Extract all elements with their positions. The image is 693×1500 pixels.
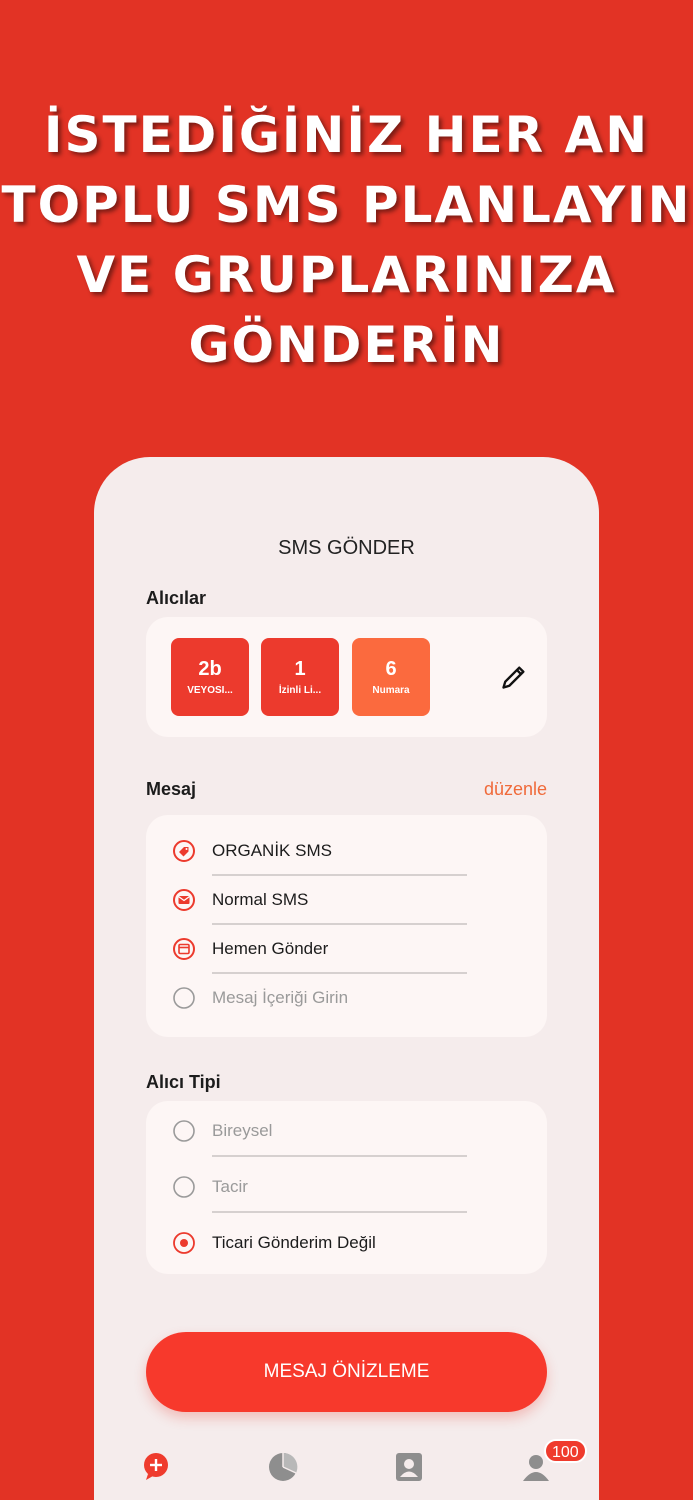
radio-label: Tacir — [212, 1177, 248, 1196]
message-content-input[interactable]: Mesaj İçeriği Girin — [146, 974, 547, 1023]
phone-screen: SMS GÖNDER Alıcılar 2b VEYOSI... 1 İzinl… — [94, 457, 599, 1500]
edit-message-link[interactable]: düzenle — [484, 779, 547, 800]
pie-chart-icon[interactable] — [263, 1447, 303, 1487]
recipient-chip-permitted[interactable]: 1 İzinli Li... — [261, 638, 339, 716]
row-text: Normal SMS — [212, 890, 309, 909]
chip-count: 6 — [385, 658, 397, 680]
empty-radio-icon — [173, 987, 195, 1009]
headline-line-2: TOPLU SMS PLANLAYIN — [1, 176, 692, 234]
tag-icon — [173, 840, 195, 862]
tab-bar: 100 — [94, 1439, 599, 1500]
headline-line-4: GÖNDERİN — [188, 316, 505, 374]
message-row-normal[interactable]: Normal SMS — [146, 876, 547, 925]
recipient-type-label: Alıcı Tipi — [146, 1072, 221, 1092]
divider — [212, 1155, 467, 1157]
radio-merchant[interactable]: Tacir — [146, 1163, 547, 1213]
row-text: Mesaj İçeriği Girin — [212, 988, 349, 1007]
divider — [212, 1211, 467, 1213]
recipients-card: 2b VEYOSI... 1 İzinli Li... 6 Numara — [146, 617, 547, 737]
message-row-organic[interactable]: ORGANİK SMS — [146, 827, 547, 876]
chip-count: 2b — [198, 658, 222, 680]
message-label: Mesaj — [146, 779, 197, 799]
promo-headline: İSTEDİĞİNİZ HER AN TOPLU SMS PLANLAYIN V… — [0, 100, 693, 380]
radio-unselected-icon — [173, 1176, 195, 1198]
radio-label: Ticari Gönderim Değil — [212, 1233, 376, 1252]
recipient-type-card: Bireysel Tacir Ticari Gönderim Değil — [146, 1101, 547, 1274]
calendar-icon — [173, 938, 195, 960]
row-text: Hemen Gönder — [212, 939, 329, 958]
chip-count: 1 — [294, 658, 306, 680]
chip-label: VEYOSI... — [187, 685, 233, 696]
radio-non-commercial[interactable]: Ticari Gönderim Değil — [146, 1219, 547, 1269]
radio-unselected-icon — [173, 1120, 195, 1142]
row-text: ORGANİK SMS — [212, 841, 332, 860]
recipient-chip-list[interactable]: 2b VEYOSI... — [171, 638, 249, 716]
page-title: SMS GÖNDER — [278, 537, 415, 559]
chip-label: İzinli Li... — [278, 685, 322, 696]
message-preview-button[interactable]: MESAJ ÖNİZLEME — [146, 1332, 547, 1412]
radio-label: Bireysel — [212, 1121, 273, 1140]
new-message-icon[interactable] — [136, 1447, 176, 1487]
message-row-send-now[interactable]: Hemen Gönder — [146, 925, 547, 974]
radio-individual[interactable]: Bireysel — [146, 1107, 547, 1157]
message-card: ORGANİK SMS Normal SMS Hemen Gönder Mesa… — [146, 815, 547, 1037]
envelope-icon — [173, 889, 195, 911]
notification-badge: 100 — [544, 1439, 587, 1463]
recipient-chip-numbers[interactable]: 6 Numara — [352, 638, 430, 716]
chip-label: Numara — [372, 685, 410, 696]
contacts-icon[interactable] — [389, 1447, 429, 1487]
pencil-icon[interactable] — [500, 663, 528, 691]
headline-line-3: VE GRUPLARINIZA — [76, 246, 617, 304]
radio-selected-icon — [173, 1232, 195, 1254]
recipients-label: Alıcılar — [146, 588, 207, 608]
headline-line-1: İSTEDİĞİNİZ HER AN — [43, 106, 650, 164]
